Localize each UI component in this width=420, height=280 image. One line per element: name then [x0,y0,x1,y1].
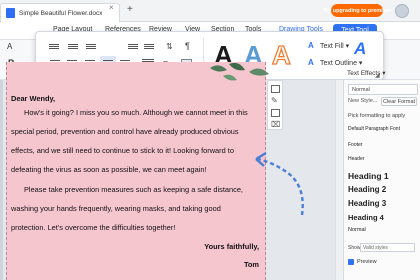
text-fill-icon[interactable]: A [308,41,314,50]
text-outline-label: Text Outline [320,60,357,67]
avatar[interactable] [395,4,409,18]
font-size-icon[interactable]: A [7,42,12,51]
expand-corner-icon[interactable]: ◢ [375,72,380,79]
title-bar: Simple Beautiful Flower.docx × + Try upg… [0,0,420,22]
text-fill-button[interactable]: Text Fill ▾ [320,42,349,50]
style-item[interactable]: Default Paragraph Font [348,126,400,132]
image-icon[interactable] [271,109,280,117]
wps-writer-window: Simple Beautiful Flower.docx × + Try upg… [0,0,420,280]
current-style-field[interactable]: Normal [348,84,418,95]
paragraph-1-line: defeating the virus as soon as possible,… [11,165,207,174]
style-item[interactable]: Footer [348,142,362,148]
upgrade-button[interactable]: Try upgrading to premium [323,4,391,17]
side-tool-strip: ✎ ⌧ [267,80,283,130]
document-scrollbar[interactable] [335,80,343,280]
sort-icon[interactable]: ⇅ [166,42,173,51]
clear-format-button[interactable]: Clear Format [381,97,417,106]
text-effects-icon[interactable]: A [354,40,366,58]
style-item[interactable]: Heading 1 [348,171,389,181]
decrease-indent-icon[interactable] [128,43,138,51]
add-tab-icon[interactable]: + [127,5,133,15]
increase-indent-icon[interactable] [144,43,154,51]
vertical-ruler [0,80,3,280]
text-outline-icon[interactable]: A [308,58,314,67]
document-icon [6,8,15,18]
multilevel-list-icon[interactable] [86,43,96,51]
layout-options-icon[interactable] [271,85,280,93]
plant-decoration-image [210,62,269,81]
preview-label: Preview [357,259,377,265]
dotted-arrow-icon [255,151,304,216]
new-style-button[interactable]: New Style... [348,98,377,104]
paragraph-1-line: effects, and we still need to continue t… [11,146,234,155]
pen-icon[interactable]: ✎ [271,97,280,105]
style-item[interactable]: Normal [348,227,366,233]
letter-signature: Tom [243,260,259,269]
document-tab-name: Simple Beautiful Flower.docx [19,9,103,17]
paragraph-2-line: Please take prevention measures such as … [24,185,243,194]
style-item[interactable]: Heading 4 [348,213,384,222]
paragraph-1-line: How's it going? I miss you so much. Alth… [24,108,248,117]
numbered-list-icon[interactable] [68,43,78,51]
show-filter-select[interactable]: Valid styles [360,243,415,252]
preview-checkbox[interactable] [348,259,354,265]
paragraph-1-line: special period, prevention and control h… [11,127,239,136]
paragraph-2-line: washing your hands frequently, wearing m… [11,204,221,213]
paragraph-2-line: protection. Let's overcome the difficult… [11,223,176,232]
letter-closing: Yours faithfully, [204,242,259,251]
style-item[interactable]: Heading 3 [348,199,386,208]
paragraph-mark-icon[interactable]: ¶ [185,41,190,51]
close-tab-icon[interactable]: × [109,4,114,12]
document-page[interactable]: Dear Wendy, How's it going? I miss you s… [6,62,269,280]
styles-and-formatting-pane: Normal New Style... Clear Format Pick fo… [343,80,420,280]
document-tab[interactable]: Simple Beautiful Flower.docx [0,3,120,22]
crop-icon[interactable]: ⌧ [271,121,280,129]
text-outline-button[interactable]: Text Outline ▾ [320,59,362,67]
letter-greeting: Dear Wendy, [11,94,56,103]
pick-formatting-label: Pick formatting to apply [348,113,406,119]
style-item[interactable]: Heading 2 [348,185,386,194]
style-item[interactable]: Header [348,156,364,162]
bullet-list-icon[interactable] [49,43,59,51]
text-fill-label: Text Fill [320,43,344,50]
